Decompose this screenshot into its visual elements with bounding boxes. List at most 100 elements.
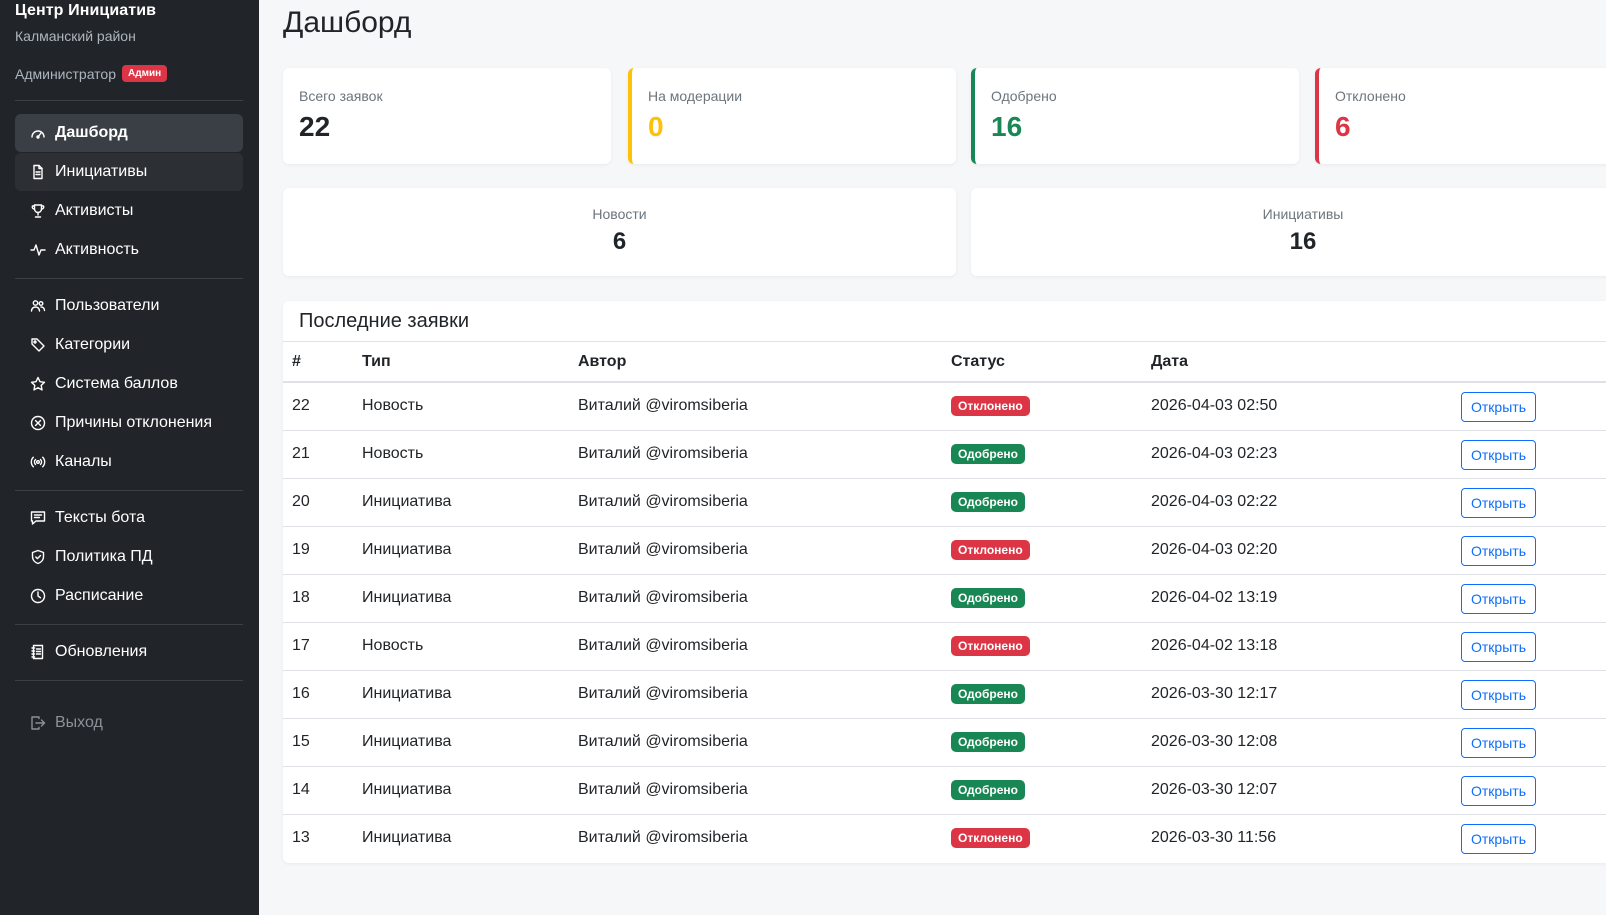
cell-type: Инициатива (353, 766, 569, 815)
stat-label: На модерации (648, 88, 743, 104)
status-badge: Одобрено (951, 492, 1025, 512)
table-row: 18 Инициатива Виталий @viromsiberia Одобрен… (283, 574, 1606, 623)
status-badge: Одобрено (951, 444, 1025, 464)
cell-type: Новость (353, 382, 569, 431)
table-body: 22 Новость Виталий @viromsiberia Отклонено 2… (283, 382, 1606, 862)
count-value: 6 (612, 228, 627, 255)
sidebar-item-broadcast[interactable]: Каналы (15, 443, 243, 481)
open-button[interactable]: Открыть (1461, 824, 1536, 855)
tags-icon (30, 337, 46, 353)
sidebar-item-label: Выход (55, 714, 103, 731)
sidebar-item-journal[interactable]: Обновления (15, 633, 243, 671)
column-header: Дата (1142, 342, 1452, 383)
column-header: # (283, 342, 353, 383)
sidebar-item-people[interactable]: Пользователи (15, 287, 243, 325)
table-row: 14 Инициатива Виталий @viromsiberia Одобрен… (283, 766, 1606, 815)
sidebar-item-chat-text[interactable]: Тексты бота (15, 499, 243, 537)
table-row: 20 Инициатива Виталий @viromsiberia Одобрен… (283, 478, 1606, 527)
broadcast-icon (30, 454, 46, 470)
open-button[interactable]: Открыть (1461, 680, 1536, 710)
sidebar-item-trophy[interactable]: Активисты (15, 192, 243, 230)
sidebar-item-label: Тексты бота (55, 509, 145, 526)
table-row: 19 Инициатива Виталий @viromsiberia Отклоне… (283, 526, 1606, 575)
sidebar-item-label: Активисты (55, 202, 134, 219)
cell-author: Виталий @viromsiberia (569, 526, 942, 575)
stat-card: На модерации 0 (628, 68, 956, 164)
sidebar-divider (15, 278, 243, 279)
sidebar-item-label: Причины отклонения (55, 414, 213, 431)
sidebar-item-star[interactable]: Система баллов (15, 365, 243, 403)
cell-date: 2026-04-02 13:18 (1142, 622, 1452, 671)
count-label: Новости (592, 206, 647, 222)
count-card: Новости 6 (283, 188, 956, 276)
cell-id: 17 (283, 622, 353, 671)
sidebar-item-x-circle[interactable]: Причины отклонения (15, 404, 243, 442)
sidebar-item-speedometer[interactable]: Дашборд (15, 114, 243, 152)
open-button[interactable]: Открыть (1461, 776, 1536, 806)
open-button[interactable]: Открыть (1461, 536, 1536, 566)
sidebar-item-tags[interactable]: Категории (15, 326, 243, 364)
status-badge: Отклонено (951, 396, 1030, 417)
trophy-icon (30, 203, 46, 219)
cell-status: Отклонено (942, 526, 1142, 575)
cell-date: 2026-03-30 12:17 (1142, 670, 1452, 719)
sidebar-item-logout[interactable]: Выход (15, 704, 243, 742)
status-badge: Одобрено (951, 732, 1025, 752)
user-role: Администратор (15, 65, 117, 82)
stat-value: 6 (1335, 111, 1351, 142)
status-badge: Одобрено (951, 588, 1025, 608)
cell-date: 2026-03-30 12:07 (1142, 766, 1452, 815)
sidebar-item-document[interactable]: Инициативы (15, 153, 243, 191)
sidebar-item-activity[interactable]: Активность (15, 231, 243, 269)
cell-status: Одобрено (942, 478, 1142, 527)
open-button[interactable]: Открыть (1461, 440, 1536, 470)
cell-author: Виталий @viromsiberia (569, 478, 942, 527)
open-button[interactable]: Открыть (1461, 584, 1536, 614)
x-circle-icon (30, 415, 46, 431)
column-header: Тип (353, 342, 569, 383)
status-badge: Отклонено (951, 828, 1030, 849)
sidebar-item-shield[interactable]: Политика ПД (15, 538, 243, 576)
cell-type: Инициатива (353, 526, 569, 575)
cell-type: Инициатива (362, 829, 452, 847)
clock-icon (30, 588, 46, 604)
shield-icon (30, 549, 46, 565)
cell-type: Инициатива (353, 478, 569, 527)
stat-card: Отклонено 6 (1315, 68, 1606, 164)
cell-status: Одобрено (942, 574, 1142, 623)
stat-label: Всего заявок (299, 88, 383, 104)
status-badge: Одобрено (951, 684, 1025, 704)
open-button[interactable]: Открыть (1461, 488, 1536, 518)
cell-actions: Открыть (1452, 766, 1606, 815)
cell-actions: Открыть (1452, 526, 1606, 575)
open-button[interactable]: Открыть (1461, 728, 1536, 758)
count-value: 16 (1289, 228, 1317, 255)
table-row: 13 Инициатива Виталий @viromsiberia Отклоне… (283, 814, 1606, 862)
stat-label: Отклонено (1335, 88, 1406, 104)
cell-actions: Открыть (1452, 670, 1606, 719)
sidebar-item-label: Дашборд (55, 124, 128, 141)
stat-value: 22 (299, 111, 331, 142)
recent-requests-card: Последние заявки # Тип Автор Статус Дата 22 Н… (283, 301, 1606, 863)
page-title: Дашборд (283, 6, 412, 39)
stat-card: Всего заявок 22 (283, 68, 611, 164)
sidebar-item-label: Расписание (55, 587, 144, 604)
open-button[interactable]: Открыть (1461, 392, 1536, 423)
cell-date: 2026-03-30 12:08 (1142, 718, 1452, 767)
cell-status: Отклонено (942, 622, 1142, 671)
cell-status: Одобрено (942, 766, 1142, 815)
people-icon (30, 298, 46, 314)
cell-actions: Открыть (1452, 430, 1606, 479)
cell-date: 2026-04-02 13:19 (1142, 574, 1452, 623)
open-button[interactable]: Открыть (1461, 632, 1536, 662)
brand-subtitle: Калманский район (15, 28, 136, 44)
sidebar-item-label: Активность (55, 241, 140, 258)
sidebar: Центр Инициатив Калманский район Админис… (0, 0, 259, 915)
sidebar-item-label: Пользователи (55, 297, 160, 314)
recent-requests-table: # Тип Автор Статус Дата 22 Новость Виталий @vi… (283, 342, 1606, 862)
cell-author: Виталий @viromsiberia (569, 574, 942, 623)
cell-author: Виталий @viromsiberia (578, 829, 748, 847)
stat-value: 0 (648, 111, 664, 142)
cell-author: Виталий @viromsiberia (569, 670, 942, 719)
sidebar-item-clock[interactable]: Расписание (15, 577, 243, 615)
